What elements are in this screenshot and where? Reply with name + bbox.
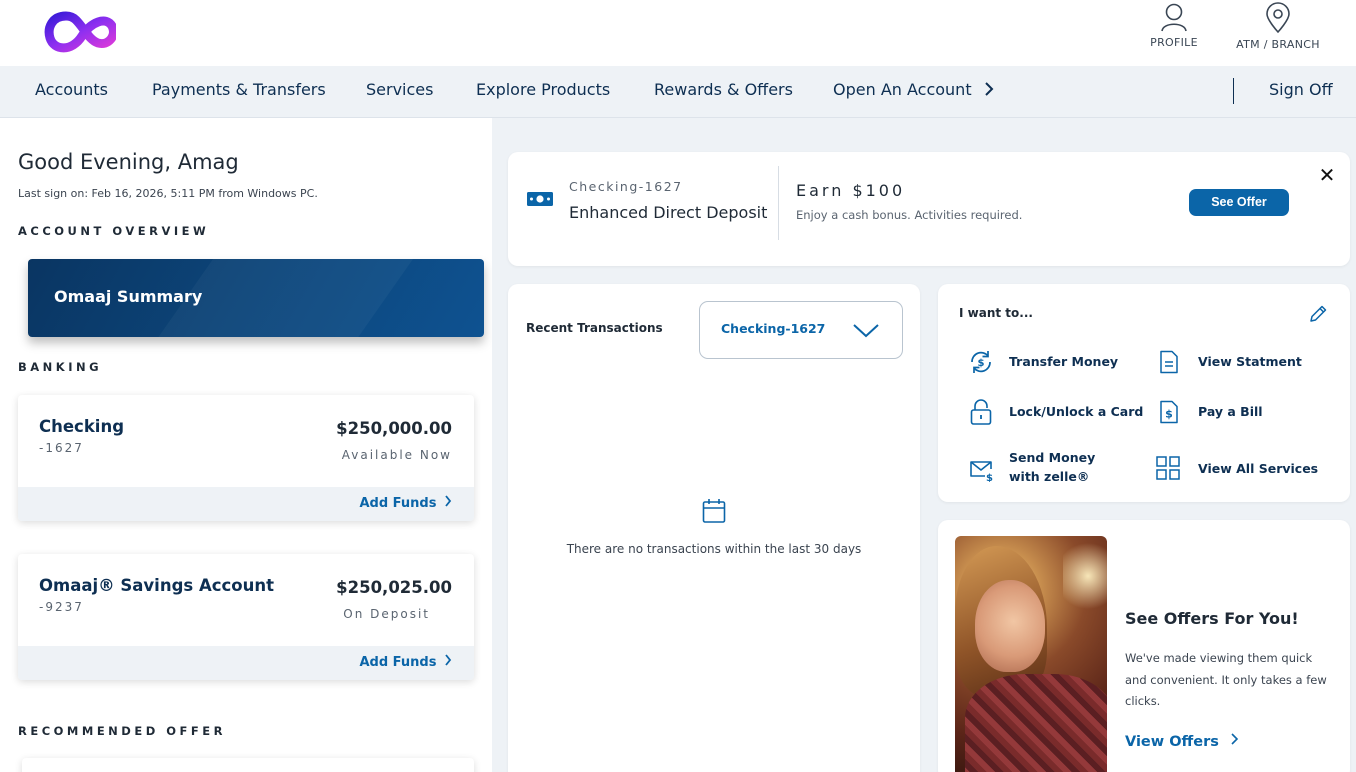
transfer-money-link[interactable]: Transfer Money bbox=[1009, 352, 1118, 371]
sign-off-link[interactable]: Sign Off bbox=[1269, 80, 1333, 99]
view-all-services-link[interactable]: View All Services bbox=[1198, 459, 1318, 478]
lock-unlock-card-link[interactable]: Lock/Unlock a Card bbox=[1009, 402, 1143, 421]
top-header: PROFILE ATM / BRANCH bbox=[0, 0, 1356, 66]
recommended-offer-card[interactable] bbox=[22, 758, 474, 772]
promo-account: Checking-1627 bbox=[569, 179, 683, 194]
quick-actions-card: I want to... $ Transfer Money View Statm… bbox=[938, 284, 1350, 502]
nav-accounts[interactable]: Accounts bbox=[35, 80, 108, 99]
add-funds-link[interactable]: Add Funds bbox=[359, 495, 452, 511]
recent-transactions-card: Recent Transactions Checking-1627 There … bbox=[508, 284, 920, 772]
account-name[interactable]: Omaaj® Savings Account bbox=[39, 576, 274, 595]
pencil-icon[interactable] bbox=[1308, 304, 1328, 324]
account-card-checking[interactable]: Checking -1627 $250,000.00 Available Now… bbox=[18, 395, 474, 521]
nav-open-account-label: Open An Account bbox=[833, 80, 972, 99]
account-name[interactable]: Checking bbox=[39, 417, 124, 436]
nav-payments-transfers[interactable]: Payments & Transfers bbox=[152, 80, 326, 99]
photo-glow bbox=[1063, 536, 1107, 616]
photo-scarf bbox=[965, 674, 1107, 772]
account-card-footer: Add Funds bbox=[18, 646, 474, 680]
account-balance: $250,025.00 bbox=[336, 578, 452, 597]
summary-title: Omaaj Summary bbox=[54, 287, 203, 306]
mail-dollar-icon: $ bbox=[970, 461, 993, 482]
user-icon bbox=[1161, 3, 1187, 32]
summary-banner[interactable]: Omaaj Summary bbox=[28, 259, 484, 337]
svg-text:$: $ bbox=[1165, 408, 1173, 421]
account-overview-panel: Good Evening, Amag Last sign on: Feb 16,… bbox=[0, 118, 492, 772]
account-number: -1627 bbox=[39, 441, 84, 455]
account-overview-heading: ACCOUNT OVERVIEW bbox=[18, 224, 210, 238]
view-offers-link[interactable]: View Offers bbox=[1125, 732, 1240, 750]
close-icon[interactable]: ✕ bbox=[1316, 164, 1338, 186]
lock-icon bbox=[970, 399, 992, 425]
profile-label: PROFILE bbox=[1150, 36, 1198, 49]
account-card-savings[interactable]: Omaaj® Savings Account -9237 $250,025.00… bbox=[18, 554, 474, 680]
atm-branch-link[interactable]: ATM / BRANCH bbox=[1232, 2, 1324, 51]
add-funds-label: Add Funds bbox=[359, 496, 437, 511]
chevron-right-icon bbox=[1231, 733, 1239, 745]
account-select[interactable]: Checking-1627 bbox=[699, 301, 903, 359]
nav-services[interactable]: Services bbox=[366, 80, 433, 99]
recommended-offer-heading: RECOMMENDED OFFER bbox=[18, 724, 226, 738]
add-funds-link[interactable]: Add Funds bbox=[359, 654, 452, 670]
send-money-zelle-link[interactable]: Send Money with zelle® bbox=[1009, 448, 1129, 486]
account-status: On Deposit bbox=[343, 607, 430, 621]
offer-photo bbox=[955, 536, 1107, 772]
offers-title: See Offers For You! bbox=[1125, 609, 1299, 628]
dashboard-main: Checking-1627 Enhanced Direct Deposit Ea… bbox=[492, 118, 1356, 772]
greeting: Good Evening, Amag bbox=[18, 150, 239, 174]
direct-deposit-promo: Checking-1627 Enhanced Direct Deposit Ea… bbox=[508, 152, 1350, 266]
offers-description: We've made viewing them quick and conven… bbox=[1125, 651, 1327, 708]
location-pin-icon bbox=[1266, 2, 1290, 34]
promo-description: Enjoy a cash bonus. Activities required. bbox=[796, 208, 1023, 222]
quick-actions-title: I want to... bbox=[959, 306, 1033, 320]
account-balance: $250,000.00 bbox=[336, 419, 452, 438]
pay-bill-link[interactable]: Pay a Bill bbox=[1198, 402, 1263, 421]
photo-face bbox=[975, 580, 1045, 672]
nav-open-account[interactable]: Open An Account bbox=[833, 80, 995, 99]
nav-explore-products[interactable]: Explore Products bbox=[476, 80, 610, 99]
chevron-down-icon bbox=[853, 324, 879, 338]
see-offer-button[interactable]: See Offer bbox=[1189, 189, 1289, 216]
cash-icon bbox=[527, 192, 553, 206]
recent-transactions-title: Recent Transactions bbox=[526, 321, 663, 335]
chevron-right-icon bbox=[984, 82, 994, 96]
profile-link[interactable]: PROFILE bbox=[1146, 2, 1202, 49]
view-statement-link[interactable]: View Statment bbox=[1198, 352, 1302, 371]
account-card-footer: Add Funds bbox=[18, 487, 474, 521]
offers-card: See Offers For You! We've made viewing t… bbox=[938, 520, 1350, 772]
document-icon bbox=[1160, 350, 1178, 374]
add-funds-label: Add Funds bbox=[359, 655, 437, 670]
svg-text:$: $ bbox=[978, 358, 985, 369]
view-offers-label: View Offers bbox=[1125, 734, 1219, 750]
transfer-icon: $ bbox=[971, 351, 991, 373]
main-nav: Accounts Payments & Transfers Services E… bbox=[0, 66, 1356, 118]
account-number: -9237 bbox=[39, 600, 84, 614]
chevron-right-icon bbox=[445, 654, 452, 666]
chevron-right-icon bbox=[445, 495, 452, 507]
infinity-logo[interactable] bbox=[44, 6, 116, 54]
bill-icon: $ bbox=[1160, 400, 1178, 424]
account-select-value: Checking-1627 bbox=[721, 321, 826, 336]
promo-divider bbox=[778, 166, 779, 240]
atm-branch-label: ATM / BRANCH bbox=[1236, 38, 1320, 51]
calendar-icon bbox=[702, 499, 726, 523]
svg-text:$: $ bbox=[986, 473, 993, 482]
last-sign-on: Last sign on: Feb 16, 2026, 5:11 PM from… bbox=[18, 187, 318, 200]
promo-title: Enhanced Direct Deposit bbox=[569, 203, 768, 222]
promo-headline: Earn $100 bbox=[796, 181, 906, 200]
nav-divider bbox=[1233, 78, 1234, 104]
banking-heading: BANKING bbox=[18, 360, 103, 374]
nav-rewards-offers[interactable]: Rewards & Offers bbox=[654, 80, 793, 99]
grid-icon bbox=[1156, 456, 1180, 480]
account-status: Available Now bbox=[341, 448, 452, 462]
no-transactions-message: There are no transactions within the las… bbox=[566, 542, 862, 556]
